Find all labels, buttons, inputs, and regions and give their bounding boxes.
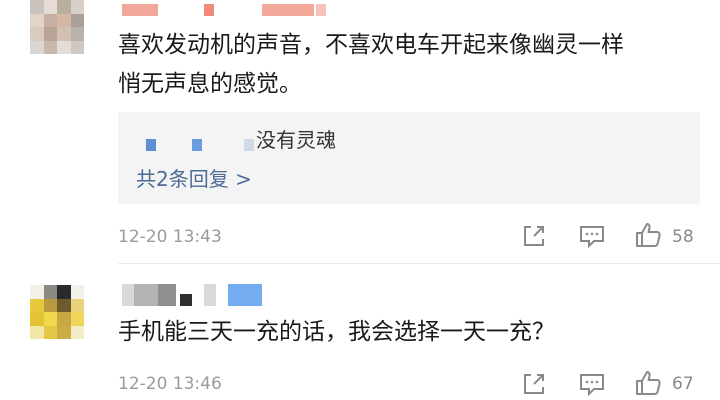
comment-text: 喜欢发动机的声音，不喜欢电车开起来像幽灵一样 [118,32,624,58]
comment-icon[interactable] [578,370,606,398]
comment-icon[interactable] [578,222,606,250]
reply-text: 没有灵魂 [256,128,336,152]
reply-preview[interactable]: 没有灵魂 共2条回复 > [118,112,700,204]
thumbs-up-icon[interactable] [634,369,662,397]
username[interactable] [122,284,262,306]
comment-text: 手机能三天一充的话，我会选择一天一充？ [118,319,555,345]
timestamp: 12-20 13:46 [118,374,222,394]
divider [118,263,720,264]
username[interactable] [122,4,332,16]
like-count: 67 [672,374,694,394]
thumbs-up-icon[interactable] [634,221,662,249]
avatar[interactable] [30,0,84,54]
like-count: 58 [672,227,694,247]
reply-username[interactable] [146,139,256,153]
timestamp: 12-20 13:43 [118,227,222,247]
share-icon[interactable] [520,222,548,250]
avatar[interactable] [30,285,84,339]
comment-text: 悄无声息的感觉。 [118,71,302,97]
view-replies-link[interactable]: 共2条回复 > [136,164,252,194]
share-icon[interactable] [520,370,548,398]
